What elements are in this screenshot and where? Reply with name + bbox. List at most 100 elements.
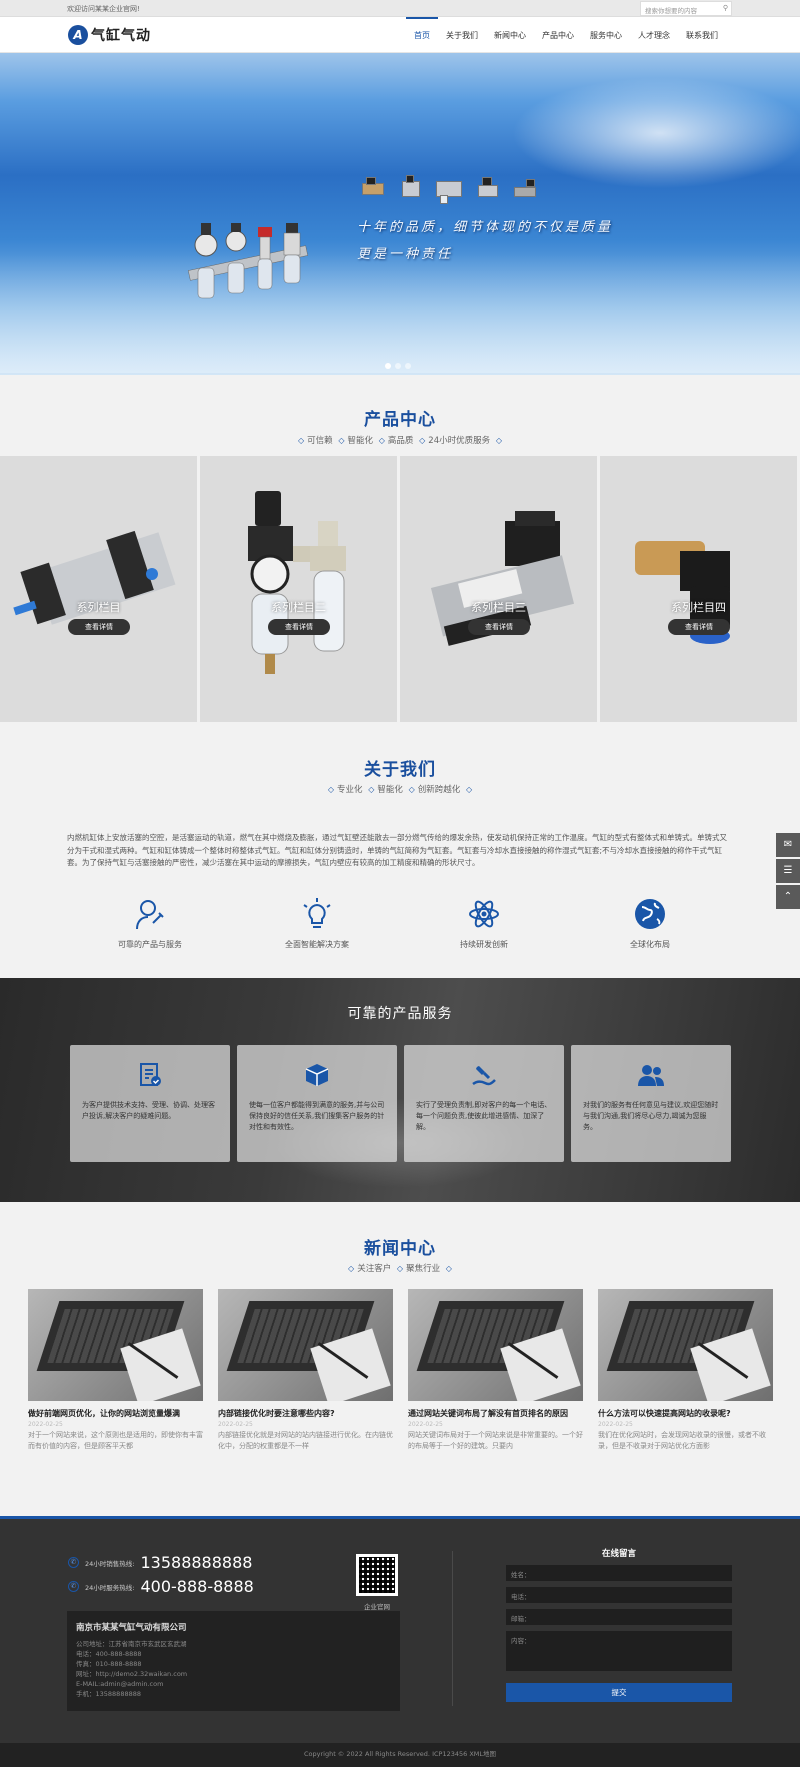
banner-thumb-2 [398, 175, 426, 205]
product-card[interactable]: 系列栏目二 查看详情 [200, 456, 397, 722]
diamond-icon: ◇ [327, 785, 335, 794]
content-field[interactable]: 内容： [506, 1631, 732, 1671]
news-image[interactable] [408, 1289, 583, 1401]
news-image[interactable] [218, 1289, 393, 1401]
service-cards: 为客户提供技术支持、受理、协调、处理客户投诉,解决客户的疑难问题。 使每一位客户… [70, 1045, 731, 1162]
email-field[interactable]: 邮箱： [506, 1609, 732, 1625]
news-image[interactable] [598, 1289, 773, 1401]
product-image-fitting [635, 541, 730, 644]
product-detail-button[interactable]: 查看详情 [668, 619, 730, 635]
logo[interactable]: A 气缸气动 [68, 25, 151, 45]
product-label: 系列栏目二 [271, 601, 326, 614]
message-board-icon[interactable]: ☰ [776, 859, 800, 883]
nav-home[interactable]: 首页 [406, 17, 438, 53]
news-title-link[interactable]: 做好前端网页优化，让你的网站浏览量爆满 [28, 1408, 203, 1419]
company-website[interactable]: 网址：http://demo2.32waikan.com [76, 1669, 391, 1679]
company-email[interactable]: E-MAIL:admin@admin.com [76, 1679, 391, 1689]
products-tag: 智能化 [347, 436, 374, 446]
nav-news[interactable]: 新闻中心 [486, 17, 534, 53]
nav-service[interactable]: 服务中心 [582, 17, 630, 53]
submit-button[interactable]: 提交 [506, 1683, 732, 1702]
search-input[interactable]: 搜索你想要的内容 ⚲ [640, 1, 732, 16]
news-image[interactable] [28, 1289, 203, 1401]
nav-about[interactable]: 关于我们 [438, 17, 486, 53]
nav-contact[interactable]: 联系我们 [678, 17, 726, 53]
feature-label: 全面智能解决方案 [285, 940, 349, 949]
logo-text: 气缸气动 [91, 28, 151, 44]
news-title-link[interactable]: 内部链接优化时要注意哪些内容? [218, 1408, 393, 1419]
company-phone: 电话：400-888-8888 [76, 1650, 142, 1658]
product-card[interactable]: 系列栏目 查看详情 [0, 456, 197, 722]
news-card[interactable]: 通过网站关键词布局了解没有首页排名的原因 2022-02-25 网站关键词布局对… [408, 1289, 583, 1452]
slider-dot-3[interactable] [405, 363, 411, 369]
feature-item[interactable]: 可靠的产品与服务 [90, 897, 210, 950]
diamond-icon: ◇ [495, 436, 502, 445]
feature-item[interactable]: 全球化布局 [590, 897, 710, 950]
slider-dot-1[interactable] [385, 363, 391, 369]
news-date: 2022-02-25 [218, 1421, 253, 1428]
atom-icon [469, 900, 499, 928]
name-field[interactable]: 姓名： [506, 1565, 732, 1581]
nav-products[interactable]: 产品中心 [534, 17, 582, 53]
news-date: 2022-02-25 [598, 1421, 633, 1428]
news-card[interactable]: 做好前端网页优化，让你的网站浏览量爆满 2022-02-25 对于一个网站来说，… [28, 1289, 203, 1452]
news-date: 2022-02-25 [408, 1421, 443, 1428]
about-text: 内燃机缸体上安放活塞的空腔，是活塞运动的轨道，燃气在其中燃烧及膨胀，通过气缸壁还… [67, 833, 727, 867]
company-info: 南京市某某气缸气动有限公司 公司地址：江苏省南京市玄武区玄武湖 电话：400-8… [67, 1611, 400, 1711]
phone-icon: ✆ [68, 1557, 79, 1568]
product-detail-button[interactable]: 查看详情 [268, 619, 330, 635]
news-title-link[interactable]: 什么方法可以快速提高网站的收录呢? [598, 1408, 773, 1419]
logo-mark: A [68, 25, 88, 45]
diamond-icon: ◇ [396, 1264, 404, 1273]
banner-valves-image [188, 223, 309, 299]
product-card[interactable]: 系列栏目四 查看详情 [600, 456, 797, 722]
products-tag: 高品质 [387, 436, 414, 446]
banner-slogan-1: 十年的品质，细节体现的不仅是质量 [357, 220, 614, 235]
slider-dot-2[interactable] [395, 363, 401, 369]
back-to-top-icon[interactable]: ⌃ [776, 885, 800, 909]
hero-banner[interactable]: 十年的品质，细节体现的不仅是质量 更是一种责任 [0, 53, 800, 375]
phone-icon: ✆ [68, 1581, 79, 1592]
search-placeholder: 搜索你想要的内容 [645, 7, 697, 15]
service-section: 可靠的产品服务 为客户提供技术支持、受理、协调、处理客户投诉,解决客户的疑难问题… [0, 978, 800, 1202]
slider-dots [385, 363, 411, 369]
search-icon[interactable]: ⚲ [723, 4, 728, 12]
service-hotline-label: 24小时服务热线: [85, 1583, 135, 1592]
feature-item[interactable]: 全面智能解决方案 [257, 897, 377, 950]
product-grid: 系列栏目 查看详情 系列栏目二 查看详情 系列栏目三 查看详情 系列栏目四 查看… [0, 456, 800, 722]
product-detail-button[interactable]: 查看详情 [468, 619, 530, 635]
about-title: 关于我们 [364, 760, 436, 780]
footer: ✆ 24小时销售热线: 13588888888 ✆ 24小时服务热线: 400-… [0, 1516, 800, 1743]
about-tag: 智能化 [377, 785, 403, 795]
product-card[interactable]: 系列栏目三 查看详情 [400, 456, 597, 722]
service-hotline: ✆ 24小时服务热线: 400-888-8888 [68, 1577, 254, 1596]
news-card[interactable]: 内部链接优化时要注意哪些内容? 2022-02-25 内部链接优化就是对网站的站… [218, 1289, 393, 1452]
chat-icon[interactable]: ✉ [776, 833, 800, 857]
nav-talent[interactable]: 人才理念 [630, 17, 678, 53]
product-detail-button[interactable]: 查看详情 [68, 619, 130, 635]
about-tag: 创新跨越化 [417, 785, 461, 795]
service-card[interactable]: 对我们的服务有任何意见与建议,欢迎您随时与我们沟通,我们将尽心尽力,竭诚为您服务… [571, 1045, 731, 1162]
feature-item[interactable]: 持续研发创新 [424, 897, 544, 950]
service-card[interactable]: 使每一位客户都能得到满意的服务,并与公司保持良好的信任关系,我们搜集客户服务的针… [237, 1045, 397, 1162]
diamond-icon: ◇ [298, 436, 305, 445]
copyright-bar: Copyright © 2022 All Rights Reserved. IC… [0, 1743, 800, 1767]
service-card-text: 为客户提供技术支持、受理、协调、处理客户投诉,解决客户的疑难问题。 [82, 1101, 215, 1120]
service-hotline-number[interactable]: 400-888-8888 [140, 1577, 253, 1596]
news-title-link[interactable]: 通过网站关键词布局了解没有首页排名的原因 [408, 1408, 583, 1419]
service-card[interactable]: 实行了受理负责制,即对客户的每一个电话、每一个问题负责,使彼此增进感情、加深了解… [404, 1045, 564, 1162]
diamond-icon: ◇ [445, 1264, 452, 1273]
sales-hotline: ✆ 24小时销售热线: 13588888888 [68, 1553, 252, 1572]
main-nav: 首页 关于我们 新闻中心 产品中心 服务中心 人才理念 联系我们 [406, 17, 726, 53]
tel-field[interactable]: 电话： [506, 1587, 732, 1603]
sales-hotline-number[interactable]: 13588888888 [140, 1553, 252, 1572]
service-card[interactable]: 为客户提供技术支持、受理、协调、处理客户投诉,解决客户的疑难问题。 [70, 1045, 230, 1162]
message-form: 在线留言 姓名： 电话： 邮箱： 内容： 提交 [506, 1547, 732, 1702]
qr-label: 企业官网 [364, 1603, 390, 1611]
news-date: 2022-02-25 [28, 1421, 63, 1428]
news-card[interactable]: 什么方法可以快速提高网站的收录呢? 2022-02-25 我们在优化网站时，会发… [598, 1289, 773, 1452]
product-image-filter-regulator [248, 491, 346, 674]
company-mobile: 手机：13588888888 [76, 1690, 141, 1698]
about-tag: 专业化 [337, 785, 363, 795]
news-summary: 内部链接优化就是对网站的站内链接进行优化。在内链优化中，分配的权重都是不一样 [218, 1431, 393, 1450]
